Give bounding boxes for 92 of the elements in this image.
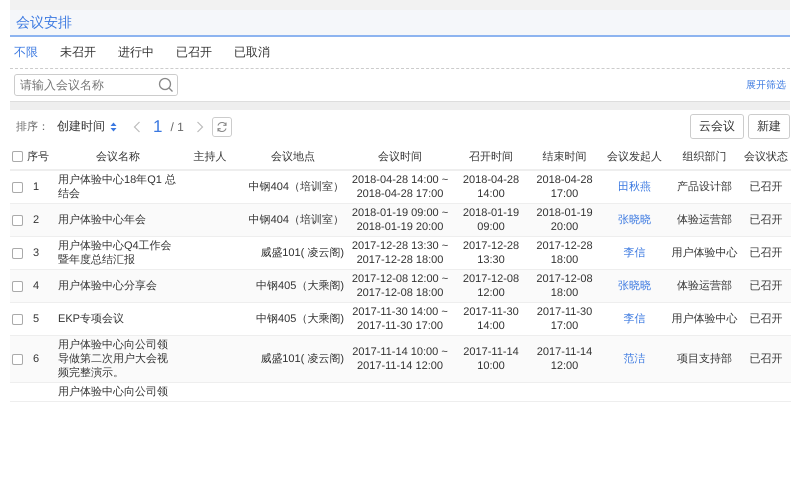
table-cell: 用户体验中心: [672, 247, 738, 259]
table-cell: 2017-11-30 14:00: [463, 306, 519, 332]
table-cell: 2018-01-19 20:00: [536, 207, 593, 233]
refresh-icon: [216, 120, 228, 132]
initiator-link[interactable]: 李信: [624, 247, 646, 259]
table-cell: 用户体验中心18年Q1 总结会: [58, 174, 176, 200]
search-icon: [158, 77, 174, 93]
sort-caret-icon: [110, 122, 117, 132]
table-cell: 2018-04-28 14:00: [462, 174, 520, 200]
table-cell: 已召开: [750, 353, 782, 365]
table-cell: 已召开: [750, 214, 782, 226]
refresh-button[interactable]: [212, 116, 232, 136]
table-cell: 2017-11-14 10:00: [463, 346, 519, 372]
table-cell: 2017-12-28 18:00: [536, 240, 593, 266]
table-cell: 体验运营部: [677, 214, 732, 226]
page-title: 会议安排: [16, 14, 72, 30]
table-cell: 已召开: [750, 247, 782, 259]
column-header: 会议状态: [744, 150, 788, 162]
row-number: 1: [33, 181, 40, 193]
row-checkbox[interactable]: [12, 280, 23, 292]
select-all-checkbox[interactable]: [12, 151, 23, 162]
sort-label: 排序：: [16, 120, 49, 134]
table-cell: 2018-04-28 17:00: [536, 174, 593, 200]
table-cell: 2017-12-08 18:00: [536, 273, 593, 299]
table-cell: 2017-12-08 12:00: [462, 273, 520, 299]
table-cell: 中钢404（培训室）: [248, 181, 344, 193]
sort-dropdown[interactable]: 创建时间: [57, 118, 117, 135]
search-field[interactable]: 请输入会议名称: [14, 74, 178, 96]
column-header: 会议地点: [271, 150, 315, 162]
column-header: 会议发起人: [607, 150, 662, 162]
status-tab[interactable]: 已取消: [234, 44, 270, 61]
table-cell: 产品设计部: [677, 181, 732, 193]
table-cell: 2017-12-28 13:30 ~ 2017-12-28 18:00: [352, 240, 448, 266]
column-header: 会议名称: [96, 150, 140, 162]
column-header: 主持人: [194, 150, 226, 162]
status-tab[interactable]: 未召开: [60, 44, 96, 61]
total-pages: / 1: [170, 120, 184, 134]
table-cell: 威盛101( 凌云阁): [260, 247, 344, 259]
current-page: 1: [153, 116, 162, 136]
table-cell: 2018-01-19 09:00 ~ 2018-01-19 20:00: [352, 207, 448, 233]
initiator-link[interactable]: 李信: [624, 313, 646, 325]
initiator-link[interactable]: 田秋燕: [618, 181, 651, 193]
column-header: 召开时间: [469, 150, 513, 162]
row-number: 5: [33, 313, 40, 325]
table-cell: 中钢404（培训室）: [248, 214, 344, 226]
row-number: 2: [33, 214, 40, 226]
table-cell: EKP专项会议: [58, 313, 124, 325]
column-header: 会议时间: [378, 150, 422, 162]
row-checkbox[interactable]: [12, 182, 23, 193]
column-header: 结束时间: [542, 150, 586, 162]
column-header: 序号: [27, 150, 49, 162]
status-tab[interactable]: 不限: [14, 44, 38, 61]
table-cell: 2018-01-19 09:00: [462, 207, 520, 233]
table-cell: 用户体验中心向公司领导做第二次用户大会视频完整演示。: [58, 339, 168, 379]
initiator-link[interactable]: 范洁: [624, 353, 646, 365]
row-checkbox[interactable]: [12, 214, 23, 226]
row-number: 3: [33, 247, 40, 259]
table-cell: 2017-11-30 14:00 ~ 2017-11-30 17:00: [352, 306, 448, 332]
toolbar-button[interactable]: 新建: [748, 114, 790, 139]
column-header: 组织部门: [682, 150, 726, 162]
row-checkbox[interactable]: [12, 354, 23, 365]
table-cell: 2017-12-28 13:30: [462, 240, 520, 266]
toolbar-button[interactable]: 云会议: [690, 114, 744, 139]
row-checkbox[interactable]: [12, 314, 23, 325]
table-cell: 2018-04-28 14:00 ~ 2018-04-28 17:00: [352, 174, 448, 200]
table-cell: 已召开: [750, 313, 782, 325]
table-cell: 已召开: [750, 280, 782, 292]
table-cell: 中钢405（大乘阁): [256, 313, 344, 325]
initiator-link[interactable]: 张晓晓: [618, 280, 651, 292]
table-cell: 项目支持部: [677, 353, 732, 365]
status-tab[interactable]: 已召开: [176, 44, 212, 61]
row-number: 4: [33, 280, 40, 292]
expand-filter-link[interactable]: 展开筛选: [746, 78, 786, 92]
table-cell: 体验运营部: [677, 280, 732, 292]
table-cell: 2017-11-14 10:00 ~ 2017-11-14 12:00: [352, 346, 448, 372]
table-cell: 已召开: [750, 181, 782, 193]
status-tab[interactable]: 进行中: [118, 44, 154, 61]
initiator-link[interactable]: 张晓晓: [618, 214, 651, 226]
table-cell: 中钢405（大乘阁): [256, 280, 344, 292]
table-cell: 用户体验中心分享会: [58, 280, 157, 292]
next-page-icon[interactable]: [196, 120, 204, 132]
table-cell: 用户体验中心Q4工作会暨年度总结汇报: [58, 240, 172, 266]
table-cell: 用户体验中心年会: [58, 214, 146, 226]
table-cell: 用户体验中心向公司领: [58, 386, 168, 398]
previous-page-icon[interactable]: [133, 120, 141, 132]
row-number: 6: [33, 353, 40, 365]
table-cell: 2017-11-30 17:00: [536, 306, 592, 332]
table-cell: 用户体验中心: [672, 313, 738, 325]
row-checkbox[interactable]: [12, 248, 23, 259]
table-cell: 2017-12-08 12:00 ~ 2017-12-08 18:00: [352, 273, 448, 299]
table-cell: 2017-11-14 12:00: [536, 346, 592, 372]
table-cell: 威盛101( 凌云阁): [260, 353, 344, 365]
